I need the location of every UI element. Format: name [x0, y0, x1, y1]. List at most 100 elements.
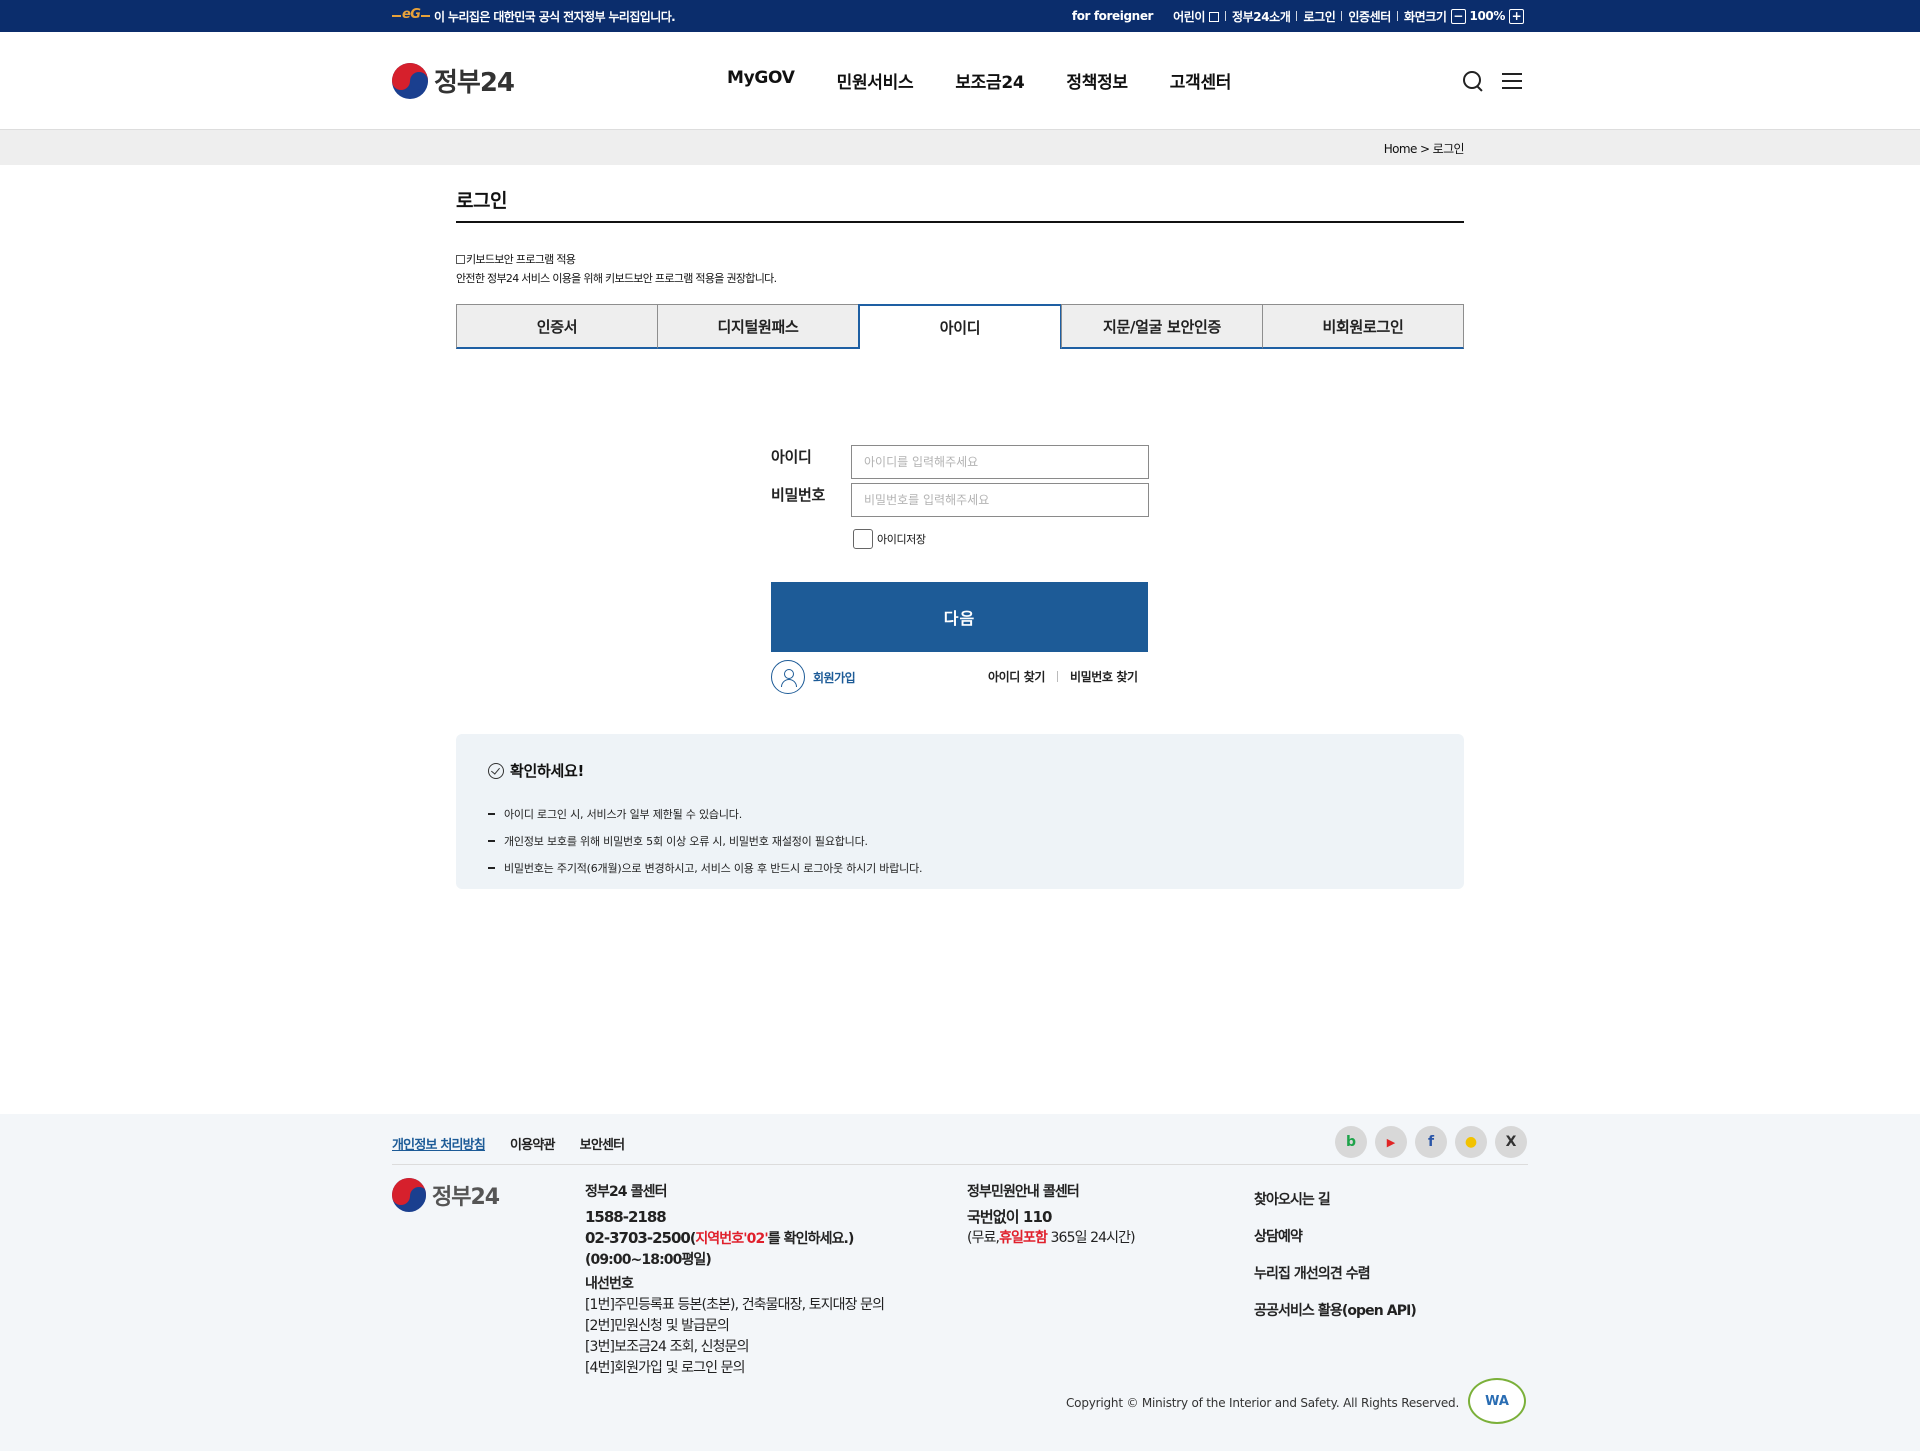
- main-nav: MyGOV 민원서비스 보조금24 정책정보 고객센터: [727, 68, 1231, 93]
- terms-link[interactable]: 이용약관: [510, 1134, 555, 1153]
- save-id-option[interactable]: 아이디저장: [853, 529, 926, 549]
- notice-box: 확인하세요! 아이디 로그인 시, 서비스가 일부 제한될 수 있습니다. 개인…: [456, 734, 1464, 889]
- notice-item: 비밀번호는 주기적(6개월)으로 변경하시고, 서비스 이용 후 반드시 로그아…: [488, 854, 922, 881]
- user-icon: [771, 660, 805, 694]
- zoom-in-button[interactable]: +: [1509, 8, 1524, 24]
- breadcrumb[interactable]: Home > 로그인: [1384, 140, 1465, 157]
- extension-item: [3번]보조금24 조회, 신청문의: [585, 1339, 750, 1355]
- footer-logo: 정부24: [392, 1178, 500, 1212]
- nav-subsidy24[interactable]: 보조금24: [955, 68, 1024, 93]
- login-link[interactable]: 로그인: [1303, 8, 1335, 25]
- password-input[interactable]: [851, 483, 1149, 517]
- join-link[interactable]: 회원가입: [771, 660, 856, 694]
- join-label: 회원가입: [813, 670, 856, 685]
- kb-security-option[interactable]: 키보드보안 프로그램 적용: [456, 250, 776, 269]
- find-password-link[interactable]: 비밀번호 찾기: [1070, 668, 1138, 685]
- facebook-icon[interactable]: f: [1415, 1126, 1447, 1158]
- site-logo[interactable]: 정부24: [392, 62, 515, 99]
- tab-biometric[interactable]: 지문/얼굴 보안인증: [1061, 304, 1263, 349]
- call-center-title: 정부24 콜센터: [585, 1184, 667, 1200]
- quick-links: 찾아오시는 길 상담예약 누리집 개선의견 수렴 공공서비스 활용(open A…: [1254, 1182, 1417, 1330]
- gov-official-note: eG 이 누리집은 대한민국 공식 전자정부 누리집입니다.: [392, 7, 676, 25]
- footer-brand-name: 정부24: [432, 1185, 500, 1210]
- gov-note-text: 이 누리집은 대한민국 공식 전자정부 누리집입니다.: [434, 9, 676, 24]
- call-center-phone: 1588-2188: [585, 1208, 667, 1226]
- extension-item: [2번]민원신청 및 발급문의: [585, 1318, 730, 1334]
- title-divider: [456, 221, 1464, 223]
- notice-item: 개인정보 보호를 위해 비밀번호 5회 이상 오류 시, 비밀번호 재설정이 필…: [488, 827, 922, 854]
- extension-item: [4번]회원가입 및 로그인 문의: [585, 1360, 745, 1376]
- consult-reservation-link[interactable]: 상담예약: [1254, 1219, 1416, 1256]
- gov-call-center-title: 정부민원안내 콜센터: [967, 1184, 1080, 1200]
- children-link[interactable]: 어린이: [1173, 8, 1219, 25]
- x-twitter-icon[interactable]: X: [1495, 1126, 1527, 1158]
- extension-title: 내선번호: [585, 1276, 634, 1292]
- brand-name: 정부24: [434, 68, 515, 98]
- page-title: 로그인: [456, 190, 507, 212]
- divider: [1296, 11, 1298, 21]
- zoom-value: 100%: [1469, 9, 1506, 23]
- tab-non-member[interactable]: 비회원로그인: [1262, 304, 1464, 349]
- open-api-link[interactable]: 공공서비스 활용(open API): [1254, 1293, 1417, 1330]
- keyboard-security: 키보드보안 프로그램 적용 안전한 정부24 서비스 이용을 위해 키보드보안 …: [456, 250, 777, 288]
- nav-civil-service[interactable]: 민원서비스: [837, 68, 914, 93]
- feedback-link[interactable]: 누리집 개선의견 수렴: [1254, 1256, 1416, 1293]
- extension-item: [1번]주민등록표 등본(초본), 건축물대장, 토지대장 문의: [585, 1297, 885, 1313]
- site-header: 정부24 MyGOV 민원서비스 보조금24 정책정보 고객센터: [0, 32, 1920, 130]
- call-center-hours: (09:00~18:00평일): [585, 1252, 712, 1268]
- divider: [1396, 11, 1398, 21]
- taegeuk-icon: [392, 62, 428, 99]
- notice-list: 아이디 로그인 시, 서비스가 일부 제한될 수 있습니다. 개인정보 보호를 …: [488, 800, 922, 881]
- gov-banner: eG 이 누리집은 대한민국 공식 전자정부 누리집입니다. for forei…: [0, 0, 1920, 32]
- nav-policy-info[interactable]: 정책정보: [1066, 68, 1128, 93]
- nav-mygov[interactable]: MyGOV: [727, 68, 795, 93]
- call-center-phone-alt: 02-3703-2500(지역번호'02'를 확인하세요.): [585, 1229, 854, 1247]
- taegeuk-icon: [392, 1178, 426, 1212]
- gov-call-center-info: 정부민원안내 콜센터 국번없이 110 (무료,휴일포함 365일 24시간): [967, 1182, 1136, 1249]
- youtube-icon[interactable]: ▶: [1375, 1126, 1407, 1158]
- foreigner-link[interactable]: for foreigner: [1072, 9, 1154, 23]
- search-icon[interactable]: [1462, 70, 1484, 92]
- menu-icon[interactable]: [1502, 72, 1522, 90]
- call-center-info: 정부24 콜센터 1588-2188 02-3703-2500(지역번호'02'…: [585, 1182, 885, 1379]
- next-button[interactable]: 다음: [771, 582, 1148, 652]
- footer-links: 개인정보 처리방침 이용약관 보안센터: [392, 1134, 625, 1153]
- gov-call-center-number: 국번없이 110: [967, 1208, 1052, 1226]
- save-id-checkbox[interactable]: [853, 529, 873, 549]
- web-accessibility-mark: WA: [1468, 1378, 1526, 1424]
- copyright: Copyright © Ministry of the Interior and…: [1066, 1396, 1460, 1410]
- find-id-link[interactable]: 아이디 찾기: [988, 668, 1045, 685]
- password-label: 비밀번호: [771, 486, 826, 504]
- kb-security-checkbox[interactable]: [456, 255, 465, 264]
- tab-id[interactable]: 아이디: [858, 304, 1062, 349]
- tab-certificate[interactable]: 인증서: [456, 304, 658, 349]
- security-center-link[interactable]: 보안센터: [580, 1134, 625, 1153]
- header-tools: [1462, 70, 1522, 92]
- login-method-tabs: 인증서 디지털원패스 아이디 지문/얼굴 보안인증 비회원로그인: [456, 304, 1464, 349]
- blog-icon[interactable]: b: [1335, 1126, 1367, 1158]
- check-circle-icon: [488, 762, 504, 779]
- tab-digital-onepass[interactable]: 디지털원패스: [657, 304, 859, 349]
- nav-customer-center[interactable]: 고객센터: [1170, 68, 1232, 93]
- site-footer: 개인정보 처리방침 이용약관 보안센터 b ▶ f ● X 정부24 정부24 …: [0, 1114, 1920, 1451]
- gov-call-center-note: (무료,휴일포함 365일 24시간): [967, 1230, 1136, 1246]
- kb-security-note: 안전한 정부24 서비스 이용을 위해 키보드보안 프로그램 적용을 권장합니다…: [456, 272, 777, 285]
- eg-logo-icon: eG: [392, 7, 430, 23]
- divider: [1056, 671, 1058, 682]
- breadcrumb-bar: Home > 로그인: [0, 130, 1920, 165]
- zoom-out-button[interactable]: −: [1450, 8, 1466, 24]
- id-input[interactable]: [851, 445, 1149, 479]
- intro-link[interactable]: 정부24소개: [1232, 8, 1291, 25]
- social-links: b ▶ f ● X: [1335, 1126, 1527, 1158]
- cert-center-link[interactable]: 인증센터: [1348, 8, 1391, 25]
- divider: [1225, 11, 1226, 21]
- id-label: 아이디: [771, 448, 812, 466]
- footer-divider: [392, 1164, 1528, 1165]
- screen-size-label: 화면크기: [1403, 9, 1447, 24]
- kakao-icon[interactable]: ●: [1455, 1126, 1487, 1158]
- utility-menu: for foreigner 어린이 정부24소개 로그인 인증센터 화면크기 −…: [1072, 8, 1528, 25]
- privacy-policy-link[interactable]: 개인정보 처리방침: [392, 1134, 486, 1153]
- notice-title: 확인하세요!: [488, 760, 584, 781]
- divider: [1341, 11, 1343, 21]
- directions-link[interactable]: 찾아오시는 길: [1254, 1182, 1416, 1219]
